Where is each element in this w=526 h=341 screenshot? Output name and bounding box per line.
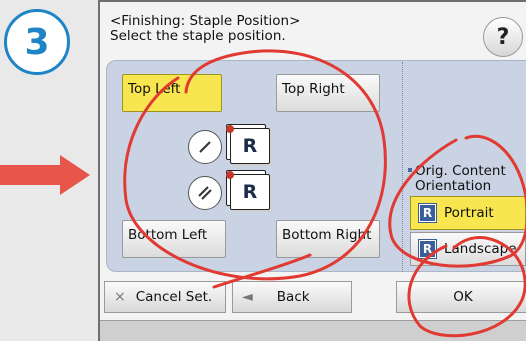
sheet-letter: R xyxy=(242,181,258,203)
back-label: Back xyxy=(276,289,310,305)
cancel-settings-label: Cancel Set. xyxy=(135,289,213,305)
bottom-left-label: Bottom Left xyxy=(128,227,208,243)
ok-label: OK xyxy=(453,289,473,305)
step-number-badge: 3 xyxy=(4,9,70,75)
top-right-button[interactable]: Top Right xyxy=(276,74,380,112)
landscape-button[interactable]: R Landscape xyxy=(410,232,526,266)
landscape-r-icon: R xyxy=(418,239,437,259)
back-button[interactable]: ◄ Back xyxy=(232,281,352,313)
orientation-heading-line1: Orig. Content xyxy=(415,163,506,179)
sheet-letter: R xyxy=(242,135,258,157)
touch-panel-screen: <Finishing: Staple Position> Select the … xyxy=(98,0,526,341)
staple-single-icon xyxy=(188,130,222,164)
portrait-button[interactable]: R Portrait xyxy=(410,196,526,230)
orientation-heading: Orig. Content Orientation xyxy=(415,164,506,194)
status-bar xyxy=(100,320,526,341)
portrait-r-icon: R xyxy=(418,203,437,223)
question-mark-icon: ? xyxy=(496,24,510,50)
portrait-label: Portrait xyxy=(444,205,494,221)
staple-mark xyxy=(226,171,234,179)
orientation-heading-line2: Orientation xyxy=(415,178,492,194)
staple-top-left-preview: R xyxy=(188,124,278,170)
top-left-label: Top Left xyxy=(128,81,181,97)
bottom-left-button[interactable]: Bottom Left xyxy=(122,220,226,258)
back-arrow-icon: ◄ xyxy=(242,289,253,305)
bottom-right-button[interactable]: Bottom Right xyxy=(276,220,380,258)
close-icon: × xyxy=(114,289,126,305)
landscape-label: Landscape xyxy=(444,241,517,257)
top-right-label: Top Right xyxy=(282,81,345,97)
screen-header: <Finishing: Staple Position> Select the … xyxy=(110,14,300,44)
bottom-right-label: Bottom Right xyxy=(282,227,372,243)
top-left-button[interactable]: Top Left xyxy=(122,74,222,112)
right-arrow-icon xyxy=(0,155,90,195)
staple-bottom-left-preview: R xyxy=(188,170,278,216)
cancel-settings-button[interactable]: × Cancel Set. xyxy=(104,281,226,313)
screen-title: <Finishing: Staple Position> xyxy=(110,13,301,29)
staple-double-icon xyxy=(188,176,222,210)
help-button[interactable]: ? xyxy=(483,17,523,57)
ok-button[interactable]: OK xyxy=(396,281,526,313)
step-number: 3 xyxy=(24,21,50,63)
screen-subtitle: Select the staple position. xyxy=(110,28,286,44)
panel-divider xyxy=(402,62,403,272)
section-bullet xyxy=(408,168,412,172)
staple-mark xyxy=(226,125,234,133)
